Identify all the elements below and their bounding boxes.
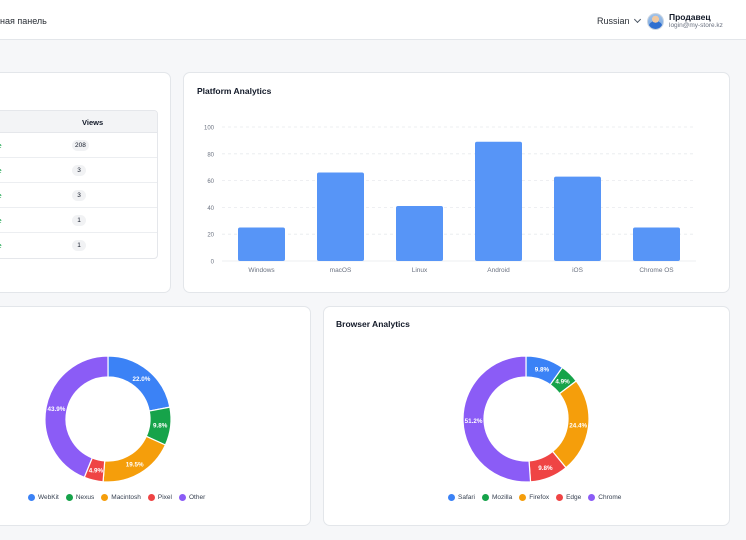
legend-item-macintosh[interactable]: Macintosh [101, 494, 141, 501]
legend-label: Mozilla [491, 494, 513, 501]
legend-dot [147, 494, 155, 501]
legend-dot [28, 494, 35, 501]
legend-item-safari[interactable]: Safari [448, 494, 475, 501]
y-tick-label: 60 [207, 179, 214, 185]
slice-other [44, 355, 109, 479]
legend-label: Nexus [75, 494, 95, 501]
slice-webkit [107, 355, 171, 412]
avatar [647, 12, 664, 30]
y-tick-label: 100 [204, 126, 215, 132]
page-link[interactable]: re [0, 241, 2, 250]
user-email: login@my-store.kz [669, 22, 723, 29]
slice-value-label: 9.8% [535, 366, 550, 373]
slice-value-label: 4.9% [89, 467, 104, 474]
legend-dot [519, 494, 527, 501]
browser-analytics-card: Browser Analytics 9.8% 4.9% 24.4% 9.8% 51.2%… [323, 306, 730, 526]
views-column-header: Views [82, 118, 104, 127]
slice-value-label: 4.9% [555, 379, 570, 386]
bar-android [475, 141, 522, 261]
legend-label: Safari [458, 494, 475, 501]
page-breadcrumb: ная панель [0, 16, 47, 26]
y-tick-label: 40 [207, 206, 214, 212]
legend-dot [101, 494, 109, 501]
table-header: Views [0, 111, 157, 133]
table-body: re 208 re 3 re 3 re 1 re 1 [0, 133, 157, 258]
user-menu[interactable]: Продавец login@my-store.kz [647, 12, 723, 30]
y-tick-label: 0 [211, 260, 215, 266]
x-tick-label: Chrome OS [639, 267, 674, 274]
language-selector[interactable]: Russian [597, 15, 641, 26]
bar-chrome-os [633, 227, 680, 261]
table-row: re 3 [0, 158, 157, 183]
slice-value-label: 43.9% [48, 406, 66, 413]
slice-value-label: 22.0% [133, 376, 151, 383]
views-count-badge: 1 [72, 215, 86, 226]
x-tick-label: macOS [330, 267, 352, 274]
legend-item-other[interactable]: Other [179, 494, 205, 501]
browser-donut-chart: 9.8% 4.9% 24.4% 9.8% 51.2% [462, 355, 590, 483]
legend-label: Macintosh [111, 494, 141, 501]
legend-item-chrome[interactable]: Chrome [588, 494, 621, 501]
views-count-badge: 3 [72, 165, 86, 176]
legend-label: Firefox [529, 494, 550, 501]
legend-label: Chrome [598, 494, 622, 501]
page-link[interactable]: re [0, 166, 2, 175]
browser-legend: Safari Mozilla Firefox Edge Chrome [448, 494, 621, 501]
legend-item-nexus[interactable]: Nexus [65, 494, 95, 501]
legend-item-webkit[interactable]: WebKit [28, 494, 59, 501]
x-tick-label: Windows [248, 267, 275, 274]
platform-bar-chart: 0 20 40 60 80 100 Windows macOS Linux Android iOS C… [204, 126, 696, 274]
legend-item-firefox[interactable]: Firefox [519, 494, 549, 501]
language-label: Russian [597, 16, 630, 26]
legend-dot [65, 494, 73, 501]
device-analytics-card: 22.0% 9.8% 19.5% 4.9% 43.9% WebKit Nexus Macin… [0, 306, 311, 526]
views-count-badge: 208 [72, 140, 89, 151]
table-row: re 1 [0, 208, 157, 233]
legend-dot [556, 494, 564, 501]
legend-label: WebKit [38, 494, 59, 501]
table-row: re 208 [0, 133, 157, 158]
views-count-badge: 1 [72, 240, 86, 251]
page-link[interactable]: re [0, 141, 2, 150]
summary-card [0, 30, 746, 40]
x-tick-label: iOS [572, 267, 584, 274]
legend-dot [588, 494, 596, 501]
slice-macintosh [102, 435, 167, 483]
slice-value-label: 9.8% [153, 422, 168, 429]
bar-macos [317, 172, 364, 261]
x-tick-label: Linux [412, 267, 428, 274]
legend-dot [179, 494, 186, 501]
user-info: Продавец login@my-store.kz [669, 12, 723, 30]
x-tick-label: Android [487, 267, 510, 274]
legend-item-pixel[interactable]: Pixel [147, 494, 172, 501]
chevron-down-icon [633, 15, 641, 24]
slice-value-label: 24.4% [569, 422, 587, 429]
legend-dot [448, 494, 455, 501]
slice-value-label: 9.8% [538, 465, 553, 472]
slice-value-label: 51.2% [465, 418, 483, 425]
legend-item-edge[interactable]: Edge [556, 494, 581, 501]
table-row: re 1 [0, 233, 157, 258]
device-legend: WebKit Nexus Macintosh Pixel Other [28, 494, 205, 501]
bar-linux [396, 206, 443, 261]
platform-analytics-card: Platform Analytics 0 20 40 60 80 100 Windows ma… [183, 72, 730, 293]
legend-label: Pixel [157, 494, 172, 501]
slice-value-label: 19.5% [126, 462, 144, 469]
legend-item-mozilla[interactable]: Mozilla [481, 494, 513, 501]
page-link[interactable]: re [0, 191, 2, 200]
table-row: re 3 [0, 183, 157, 208]
legend-label: Edge [566, 494, 582, 501]
user-name: Продавец [669, 12, 711, 22]
y-tick-label: 80 [207, 152, 214, 158]
legend-label: Other [189, 494, 206, 501]
pages-table: Views re 208 re 3 re 3 re 1 re 1 [0, 110, 158, 259]
bar-windows [238, 227, 285, 261]
page-link[interactable]: re [0, 216, 2, 225]
bar-ios [554, 176, 601, 261]
views-count-badge: 3 [72, 190, 86, 201]
legend-dot [481, 494, 489, 501]
y-tick-label: 20 [207, 233, 214, 239]
